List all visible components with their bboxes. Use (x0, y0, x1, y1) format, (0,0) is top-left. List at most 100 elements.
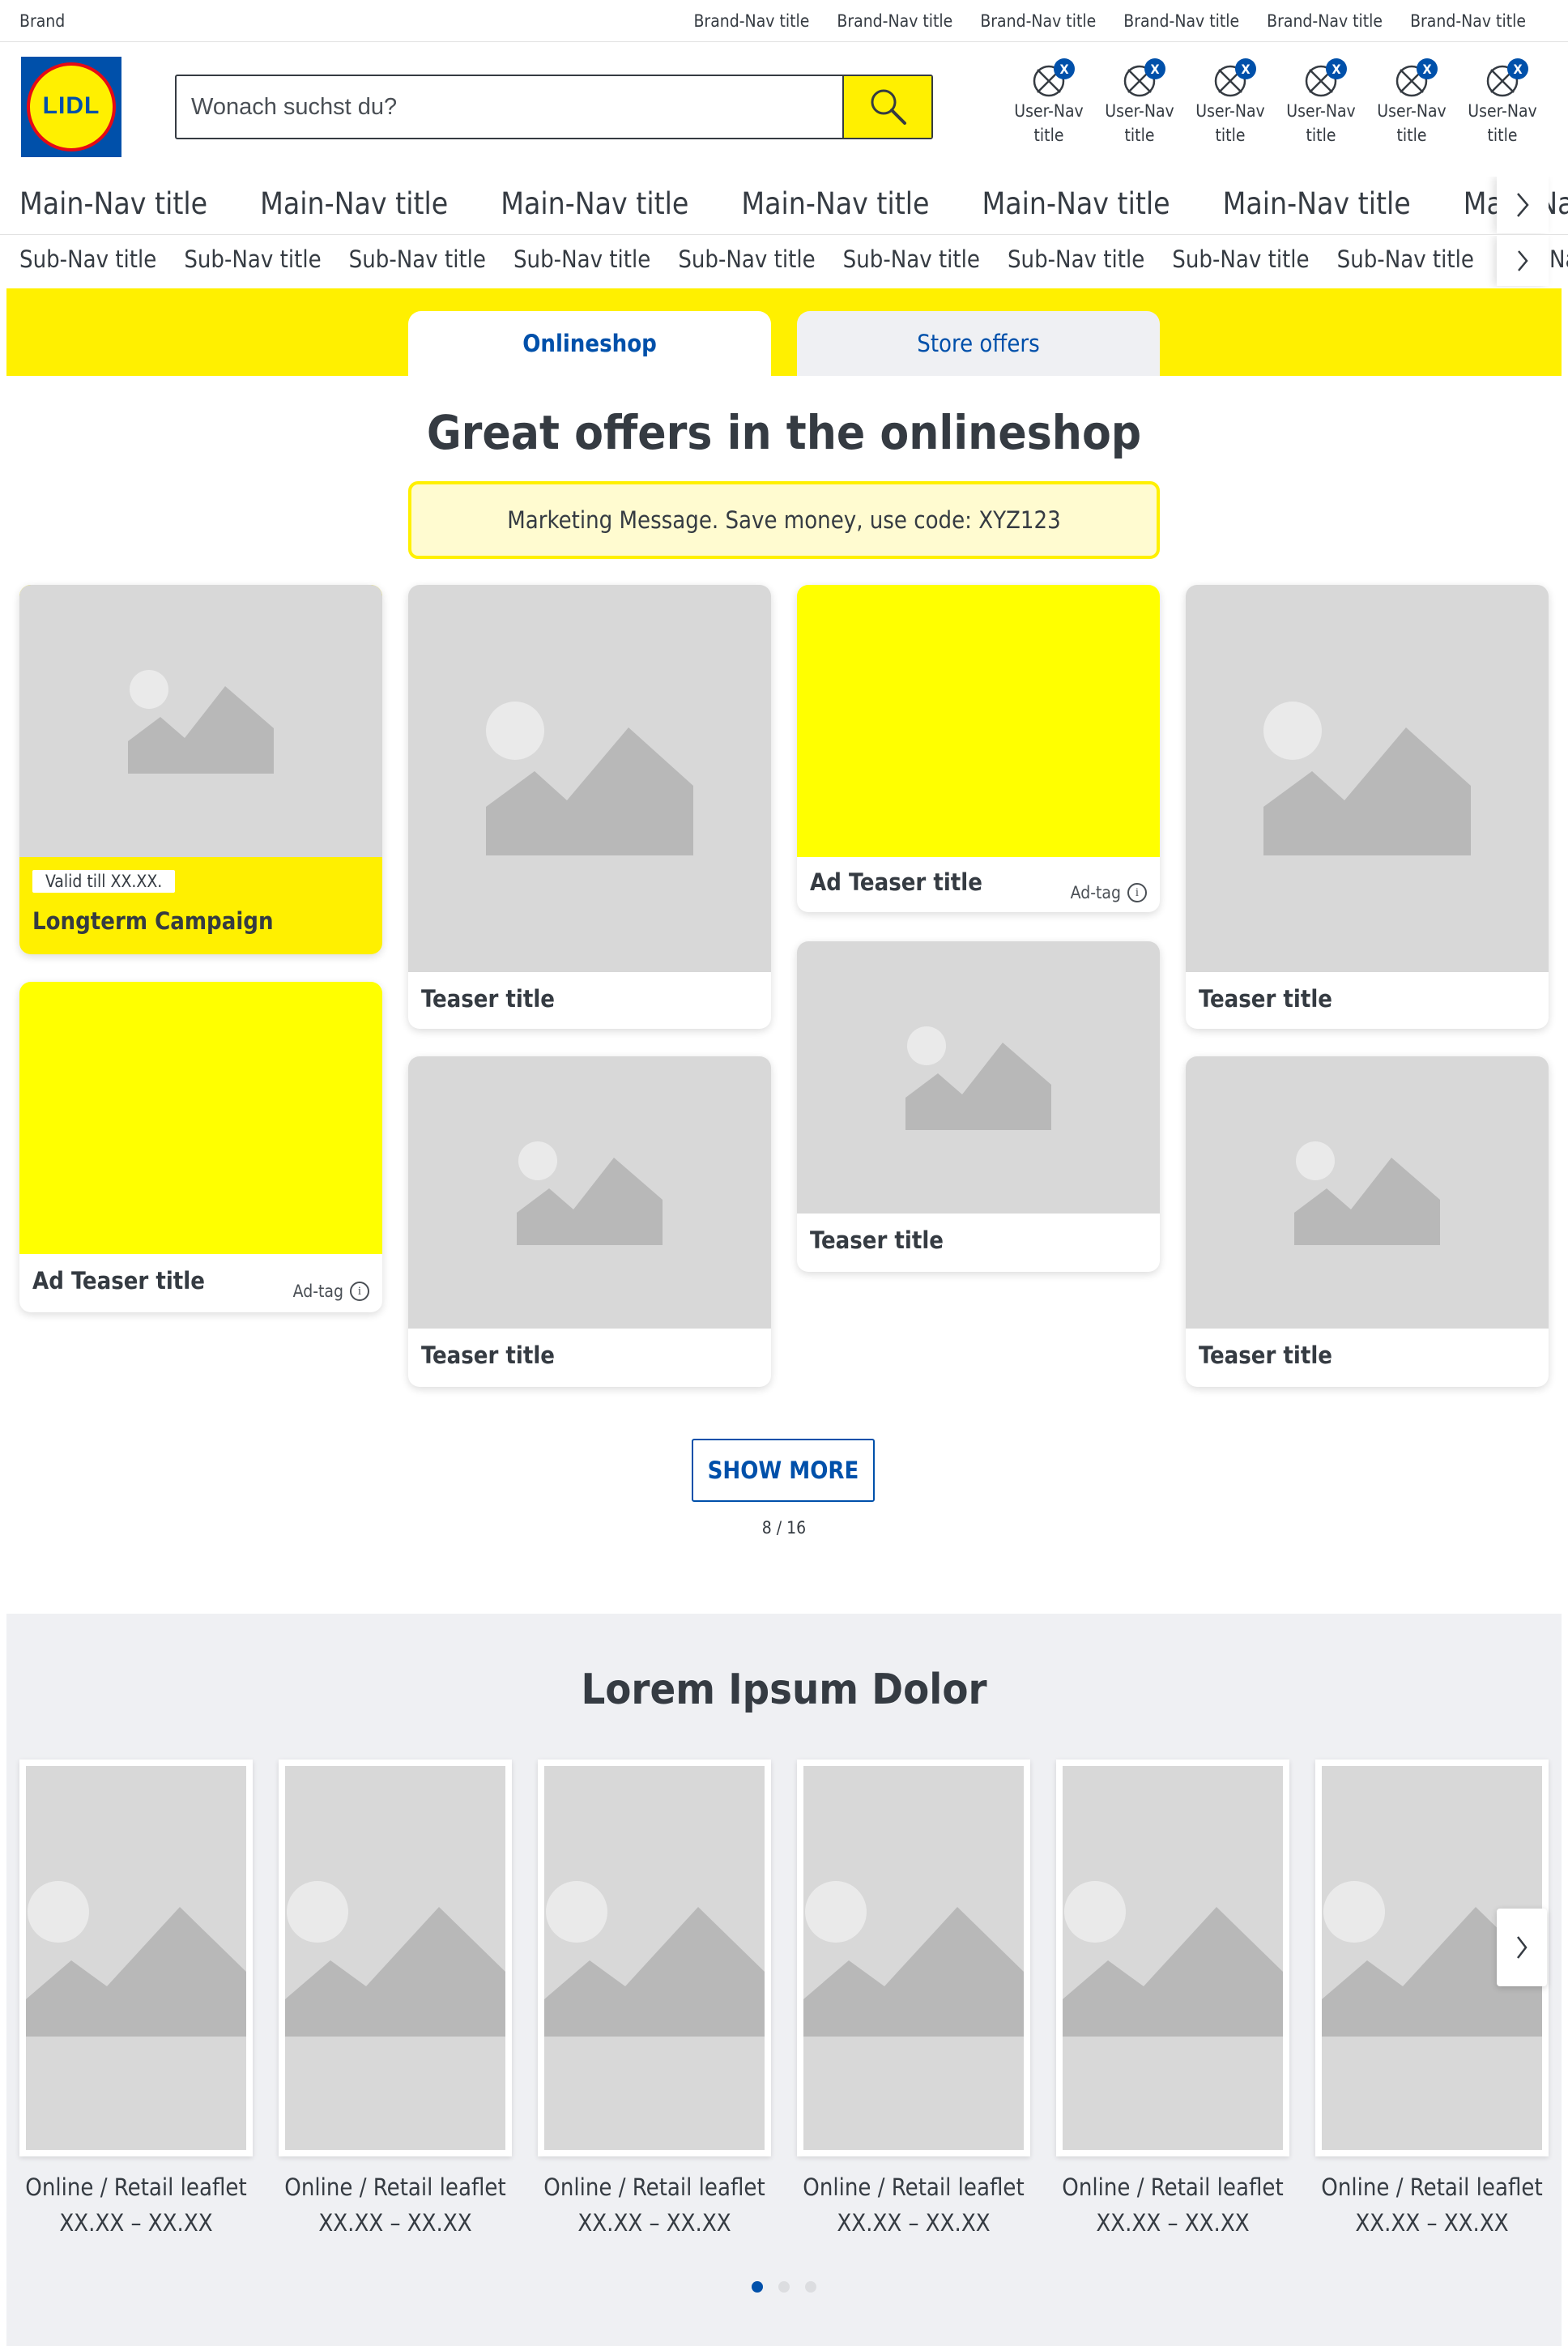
main-nav-item[interactable]: Main-Nav title (501, 186, 688, 221)
user-nav-item[interactable]: X User-Nav title (1280, 58, 1361, 147)
tab-store-offers[interactable]: Store offers (797, 311, 1160, 376)
leaflet-dates: XX.XX – XX.XX (59, 2209, 213, 2237)
ad-teaser-card[interactable]: Ad Teaser title Ad-tag i (19, 982, 382, 1312)
user-nav-label: title (1396, 126, 1427, 145)
brand-label[interactable]: Brand (19, 11, 65, 31)
sub-nav: Sub-Nav title Sub-Nav title Sub-Nav titl… (0, 236, 1568, 288)
carousel-dot[interactable] (778, 2281, 790, 2293)
search-input[interactable] (191, 87, 839, 126)
user-nav-badge: X (1054, 58, 1075, 79)
user-nav-item[interactable]: X User-Nav title (1371, 58, 1452, 147)
sub-nav-scroll-button[interactable] (1497, 236, 1549, 286)
user-nav-item[interactable]: X User-Nav title (1099, 58, 1180, 147)
user-nav-item[interactable]: X User-Nav title (1190, 58, 1271, 147)
leaflet-card[interactable] (797, 1760, 1030, 2156)
main-nav-item[interactable]: Main-Nav title (741, 186, 929, 221)
leaflet-next-button[interactable] (1497, 1909, 1547, 1986)
main-nav-item[interactable]: Main-Nav title (260, 186, 448, 221)
sub-nav-item[interactable]: Sub-Nav title (1337, 245, 1474, 273)
ad-tag-label: Ad-tag (292, 1282, 343, 1301)
main-nav-item[interactable]: Main-Nav title (982, 186, 1170, 221)
sub-nav-item[interactable]: Sub-Nav title (1008, 245, 1144, 273)
leaflet-caption: Online / Retail leaflet XX.XX – XX.XX (538, 2169, 771, 2241)
user-nav-badge: X (1235, 58, 1256, 79)
image-placeholder-icon (1063, 1766, 1283, 2150)
ad-teaser-card[interactable]: Ad Teaser title Ad-tag i (797, 585, 1160, 912)
sub-nav-item[interactable]: Sub-Nav title (184, 245, 321, 273)
search-icon (871, 89, 906, 125)
placeholder-icon: X (1031, 58, 1075, 99)
ad-tag[interactable]: Ad-tag i (293, 1282, 369, 1301)
teaser-card[interactable]: Teaser title (408, 1056, 771, 1387)
leaflet-card[interactable] (538, 1760, 771, 2156)
leaflet-type: Online / Retail leaflet (25, 2173, 247, 2201)
chevron-right-icon (1517, 193, 1529, 217)
show-more-button[interactable]: SHOW MORE (692, 1439, 875, 1502)
lidl-logo[interactable]: LIDL (21, 57, 121, 157)
teaser-title: Teaser title (421, 985, 555, 1013)
leaflet-type: Online / Retail leaflet (1062, 2173, 1284, 2201)
leaflet-type: Online / Retail leaflet (284, 2173, 506, 2201)
main-nav-scroll-button[interactable] (1497, 177, 1549, 233)
sub-nav-item[interactable]: Sub-Nav title (349, 245, 486, 273)
image-placeholder-icon (26, 1766, 246, 2150)
sub-nav-item[interactable]: Sub-Nav title (678, 245, 815, 273)
brand-nav: Brand-Nav title Brand-Nav title Brand-Na… (693, 11, 1526, 31)
search-button[interactable] (842, 76, 931, 138)
valid-badge: Valid till XX.XX. (32, 870, 176, 893)
main-nav-item[interactable]: Main-Nav title (19, 186, 207, 221)
leaflet-card[interactable] (19, 1760, 253, 2156)
results-count: 8 / 16 (761, 1518, 807, 1538)
leaflet-dates: XX.XX – XX.XX (1355, 2209, 1509, 2237)
ad-tag[interactable]: Ad-tag i (1071, 883, 1147, 902)
sub-nav-item[interactable]: Sub-Nav title (19, 245, 156, 273)
carousel-dot[interactable] (805, 2281, 816, 2293)
user-nav-item[interactable]: X User-Nav title (1008, 58, 1089, 147)
sub-nav-item[interactable]: Sub-Nav title (843, 245, 980, 273)
brand-nav-item[interactable]: Brand-Nav title (1123, 11, 1239, 31)
leaflet-type: Online / Retail leaflet (1321, 2173, 1543, 2201)
user-nav-label: User-Nav (1105, 101, 1174, 121)
leaflet-type: Online / Retail leaflet (543, 2173, 765, 2201)
leaflet-dates: XX.XX – XX.XX (837, 2209, 991, 2237)
brand-nav-item[interactable]: Brand-Nav title (980, 11, 1096, 31)
teaser-title: Teaser title (1199, 985, 1332, 1013)
sub-nav-item[interactable]: Sub-Nav title (513, 245, 650, 273)
user-nav-label: User-Nav (1286, 101, 1356, 121)
placeholder-icon: X (1394, 58, 1438, 99)
campaign-title: Longterm Campaign (32, 907, 274, 935)
teaser-card[interactable]: Teaser title (1186, 1056, 1549, 1387)
campaign-card[interactable]: Valid till XX.XX. Longterm Campaign (19, 585, 382, 954)
leaflet-card[interactable] (1056, 1760, 1289, 2156)
brand-nav-item[interactable]: Brand-Nav title (1267, 11, 1383, 31)
ad-teaser-image (19, 982, 382, 1254)
user-nav-label: title (1033, 126, 1064, 145)
user-nav-item[interactable]: X User-Nav title (1462, 58, 1543, 147)
leaflet-section-title: Lorem Ipsum Dolor (581, 1666, 987, 1714)
tab-onlineshop[interactable]: Onlineshop (408, 311, 771, 376)
user-nav-label: title (1487, 126, 1518, 145)
teaser-card[interactable]: Teaser title (1186, 585, 1549, 1029)
main-nav-items: Main-Nav title Main-Nav title Main-Nav t… (19, 186, 1568, 221)
leaflet-card[interactable] (279, 1760, 512, 2156)
ad-tag-label: Ad-tag (1070, 883, 1121, 902)
logo-wordmark: LIDL (42, 92, 100, 119)
leaflet-dates: XX.XX – XX.XX (1096, 2209, 1250, 2237)
sub-nav-item[interactable]: Sub-Nav title (1172, 245, 1309, 273)
sub-nav-items: Sub-Nav title Sub-Nav title Sub-Nav titl… (19, 245, 1568, 273)
leaflet-caption: Online / Retail leaflet XX.XX – XX.XX (1315, 2169, 1549, 2241)
teaser-title: Teaser title (1199, 1341, 1332, 1369)
brand-nav-item[interactable]: Brand-Nav title (1410, 11, 1526, 31)
carousel-dot-active[interactable] (752, 2281, 763, 2293)
brand-nav-item[interactable]: Brand-Nav title (693, 11, 809, 31)
user-nav-badge: X (1417, 58, 1438, 79)
image-placeholder-icon (803, 1766, 1024, 2150)
image-placeholder-icon (544, 1766, 765, 2150)
teaser-card[interactable]: Teaser title (797, 941, 1160, 1272)
user-nav-label: title (1215, 126, 1246, 145)
image-placeholder-icon (408, 1056, 771, 1329)
ad-teaser-title: Ad Teaser title (810, 868, 982, 896)
main-nav-item[interactable]: Main-Nav title (1223, 186, 1411, 221)
brand-nav-item[interactable]: Brand-Nav title (837, 11, 952, 31)
teaser-card[interactable]: Teaser title (408, 585, 771, 1029)
